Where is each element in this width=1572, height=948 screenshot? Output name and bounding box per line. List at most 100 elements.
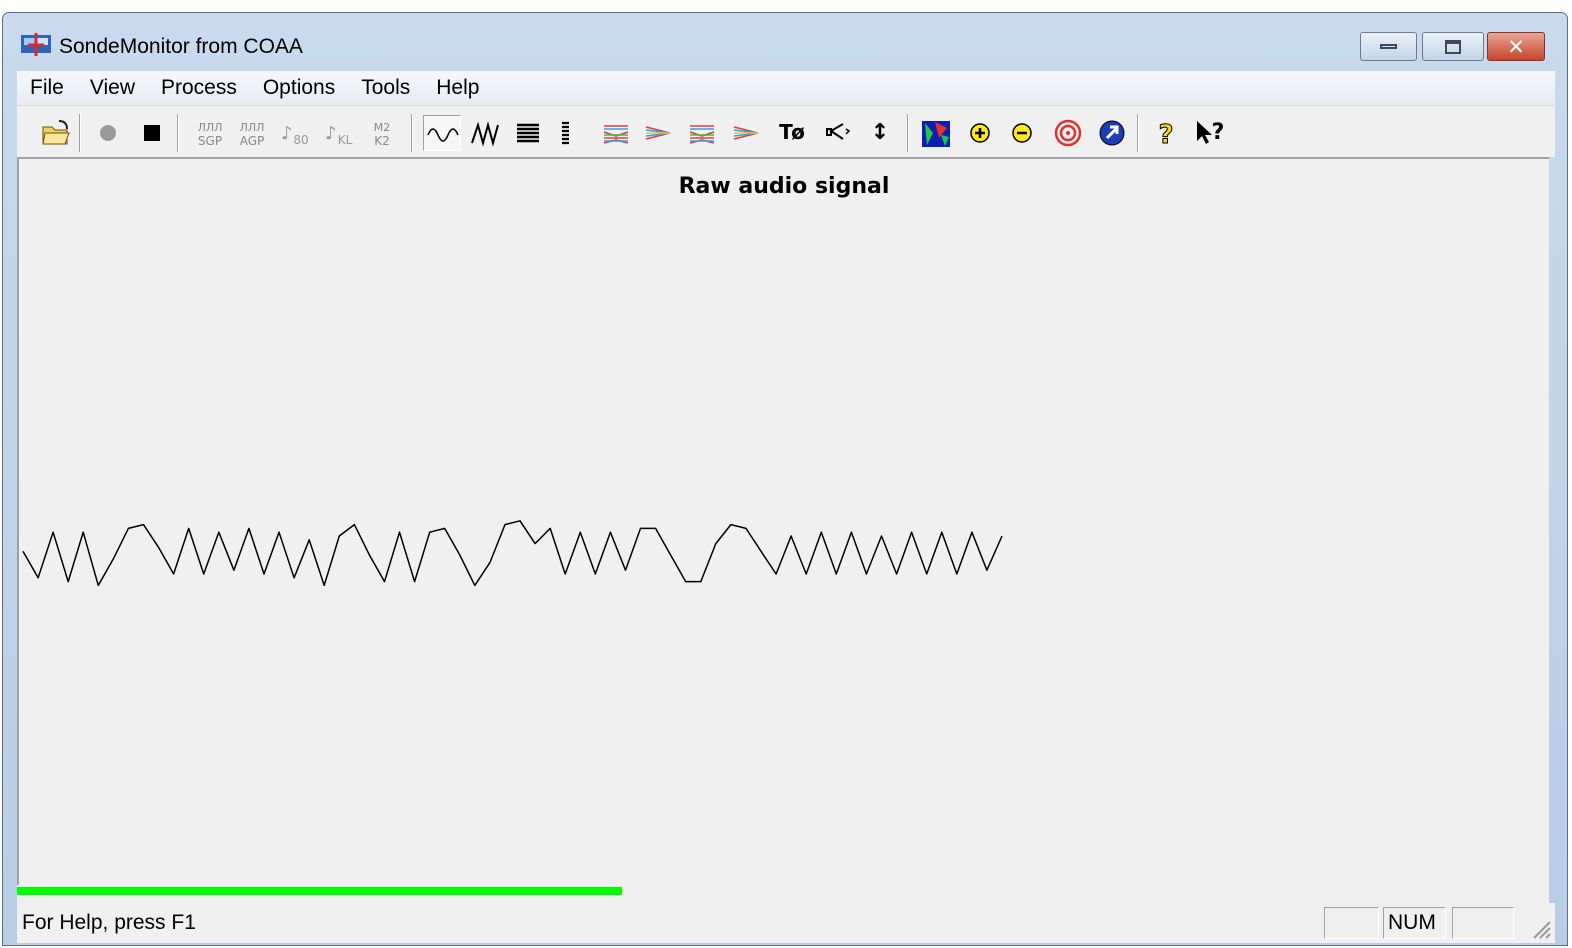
narrow-bars-button[interactable]	[547, 115, 585, 151]
svg-text:AGP: AGP	[240, 134, 265, 148]
menu-tools[interactable]: Tools	[348, 76, 423, 100]
multi-trace-1-icon	[603, 125, 629, 144]
menu-options[interactable]: Options	[250, 76, 348, 100]
zoom-in-button[interactable]	[961, 115, 999, 151]
menu-file[interactable]: File	[17, 76, 77, 100]
open-icon	[42, 120, 70, 145]
speaker-button[interactable]	[817, 115, 855, 151]
svg-text:♪: ♪	[325, 123, 337, 144]
close-button[interactable]: ✕	[1487, 32, 1545, 61]
audio-signal-line	[22, 520, 1003, 587]
map-icon	[922, 121, 950, 147]
svg-text:KL: KL	[338, 133, 353, 147]
bars-icon	[517, 123, 539, 143]
menu-help[interactable]: Help	[423, 76, 492, 100]
note-kl-button[interactable]: ♪ KL	[319, 115, 357, 151]
toolbar-separator	[1137, 114, 1139, 152]
record-icon	[100, 125, 116, 141]
chart-title: Raw audio signal	[678, 174, 890, 199]
toolbar-separator	[411, 114, 413, 152]
t-zero-button[interactable]: Tø	[773, 115, 811, 151]
resize-grip-icon[interactable]	[1529, 917, 1551, 939]
app-window: SondeMonitor from COAA ✕ File View Process…	[2, 12, 1568, 946]
filtered-wave-button[interactable]	[467, 115, 505, 151]
menu-process[interactable]: Process	[148, 76, 250, 100]
multi-trace-2-icon	[645, 126, 671, 140]
multi-trace-1-button[interactable]	[597, 115, 635, 151]
sine-wave-icon	[427, 128, 459, 142]
sgp-button[interactable]: ЛЛЛ SGP	[191, 115, 229, 151]
svg-text:80: 80	[293, 133, 308, 147]
help-icon: ?	[1158, 120, 1174, 150]
minimize-icon	[1380, 44, 1397, 49]
menu-bar: File View Process Options Tools Help	[17, 71, 1555, 105]
status-bar: For Help, press F1 NUM	[17, 903, 1555, 943]
sgp-icon: ЛЛЛSGP	[198, 121, 223, 148]
svg-text:K2: K2	[374, 134, 390, 148]
multi-trace-4-button[interactable]	[727, 115, 765, 151]
close-icon: ✕	[1507, 34, 1525, 59]
svg-text:SGP: SGP	[198, 134, 222, 148]
multi-trace-3-icon	[689, 125, 715, 144]
menu-view[interactable]: View	[77, 76, 148, 100]
maximize-button[interactable]	[1422, 32, 1484, 61]
target-button[interactable]	[1049, 115, 1087, 151]
agp-icon: ЛЛЛAGP	[240, 121, 265, 148]
navigate-button[interactable]	[1093, 115, 1131, 151]
svg-text:M2: M2	[374, 121, 391, 134]
target-icon	[1054, 119, 1082, 147]
toolbar: ЛЛЛ SGP ЛЛЛ AGP ♪ 80 ♪ KL M2 K2 Tø ↕??	[17, 105, 1555, 157]
narrow-bars-icon	[562, 121, 569, 145]
svg-text:?: ?	[1158, 120, 1173, 149]
svg-text:Tø: Tø	[779, 120, 805, 144]
stop-icon	[144, 125, 160, 141]
note-80-button[interactable]: ♪ 80	[275, 115, 313, 151]
note-kl-icon: ♪ KL	[325, 123, 353, 147]
t-zero-icon: Tø	[779, 120, 805, 144]
multi-trace-3-button[interactable]	[683, 115, 721, 151]
toolbar-separator	[177, 114, 179, 152]
note-80-icon: ♪ 80	[281, 123, 309, 147]
status-panel-scroll	[1452, 907, 1514, 939]
m2k2-icon: M2K2	[374, 121, 391, 148]
bars-button[interactable]	[509, 115, 547, 151]
signal-view: Raw audio signal	[17, 157, 1549, 897]
multi-trace-4-icon	[733, 126, 759, 140]
multi-trace-2-button[interactable]	[639, 115, 677, 151]
progress-fill	[17, 887, 623, 895]
stop-button[interactable]	[133, 115, 171, 151]
zoom-out-button[interactable]	[1003, 115, 1041, 151]
open-button[interactable]	[37, 115, 75, 151]
help-button[interactable]: ?	[1147, 115, 1185, 151]
sine-wave-button[interactable]	[423, 115, 461, 151]
status-panel-caps	[1324, 907, 1379, 939]
context-help-icon: ?	[1197, 120, 1225, 145]
maximize-icon	[1445, 39, 1461, 54]
m2k2-button[interactable]: M2 K2	[363, 115, 401, 151]
progress-bar	[17, 885, 1549, 903]
context-help-button[interactable]: ?	[1191, 115, 1229, 151]
navigate-icon	[1099, 120, 1125, 146]
vertical-arrows-icon: ↕	[871, 120, 889, 145]
minimize-button[interactable]	[1360, 32, 1417, 61]
status-help-text: For Help, press F1	[22, 911, 196, 934]
filtered-wave-icon	[471, 121, 499, 147]
window-title: SondeMonitor from COAA	[59, 35, 303, 58]
record-button[interactable]	[89, 115, 127, 151]
status-panel-num: NUM	[1383, 907, 1446, 939]
toolbar-separator	[79, 114, 81, 152]
svg-text:ЛЛЛ: ЛЛЛ	[240, 121, 265, 134]
svg-text:↕: ↕	[871, 120, 889, 145]
title-bar[interactable]: SondeMonitor from COAA ✕	[3, 13, 1567, 69]
svg-text:?: ?	[1212, 120, 1225, 145]
svg-text:ЛЛЛ: ЛЛЛ	[198, 121, 223, 134]
raw-audio-plot	[22, 520, 1003, 587]
vertical-arrows-button[interactable]: ↕	[861, 115, 899, 151]
agp-button[interactable]: ЛЛЛ AGP	[233, 115, 271, 151]
app-icon	[21, 33, 51, 56]
svg-text:♪: ♪	[281, 123, 293, 144]
map-button[interactable]	[917, 115, 955, 151]
speaker-icon	[826, 123, 851, 140]
toolbar-separator	[907, 114, 909, 152]
zoom-in-icon	[970, 123, 990, 143]
